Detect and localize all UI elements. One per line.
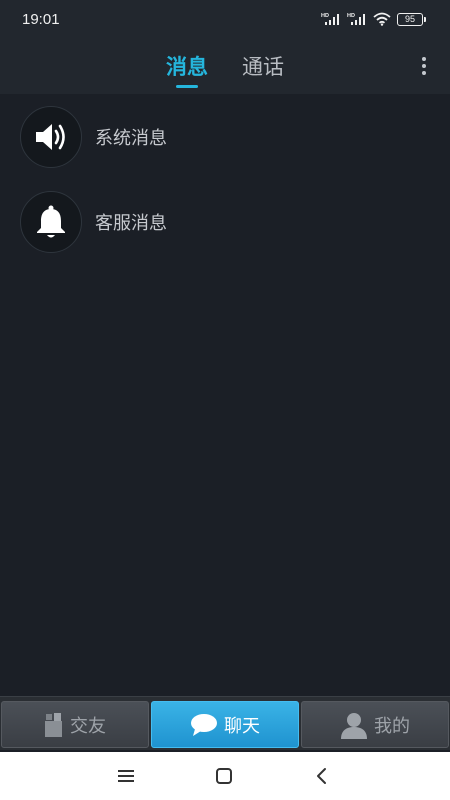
- status-icons: HD HD 95: [321, 12, 426, 26]
- status-bar: 19:01 HD HD 95: [0, 0, 450, 38]
- home-icon: [216, 768, 232, 784]
- bell-icon: [37, 205, 65, 237]
- user-icon: [341, 712, 367, 739]
- service-messages-avatar: [20, 190, 82, 253]
- nav-chat[interactable]: 聊天: [151, 701, 299, 748]
- battery-level: 95: [397, 12, 423, 26]
- service-messages-label: 客服消息: [95, 212, 167, 234]
- status-time: 19:01: [22, 10, 60, 28]
- nav-chat-label: 聊天: [224, 715, 260, 737]
- system-nav-bar: [0, 752, 450, 800]
- back-button[interactable]: [302, 752, 342, 800]
- system-messages-label: 系统消息: [95, 127, 167, 149]
- menu-button[interactable]: [106, 752, 146, 800]
- system-messages-avatar: [20, 105, 82, 168]
- top-tabs: 消息 通话: [0, 38, 450, 94]
- bottom-nav: 交友 聊天 我的: [0, 696, 450, 750]
- hd-signal-icon: HD: [347, 13, 365, 25]
- friends-icon: [45, 712, 62, 737]
- svg-text:HD: HD: [321, 13, 329, 19]
- svg-text:HD: HD: [347, 13, 355, 19]
- speaker-icon: [36, 123, 65, 150]
- list-item-service-messages[interactable]: 客服消息: [0, 179, 450, 264]
- more-vertical-icon[interactable]: [420, 52, 428, 80]
- wifi-icon: [373, 12, 391, 26]
- battery-icon: 95: [397, 12, 426, 26]
- tab-calls[interactable]: 通话: [225, 38, 301, 94]
- conversation-list: 系统消息 客服消息: [0, 94, 450, 264]
- back-icon: [317, 768, 326, 784]
- tab-calls-label: 通话: [242, 55, 284, 79]
- home-button[interactable]: [204, 752, 244, 800]
- tab-active-indicator: [176, 85, 198, 88]
- nav-friends-label: 交友: [70, 715, 106, 737]
- nav-profile-label: 我的: [374, 715, 410, 737]
- tab-messages-label: 消息: [166, 55, 208, 79]
- nav-friends[interactable]: 交友: [1, 701, 149, 748]
- hd-signal-icon: HD: [321, 13, 339, 25]
- nav-profile[interactable]: 我的: [301, 701, 449, 748]
- menu-icon: [118, 770, 134, 782]
- list-item-system-messages[interactable]: 系统消息: [0, 94, 450, 179]
- chat-bubble-icon: [191, 713, 217, 736]
- tab-messages[interactable]: 消息: [149, 38, 225, 94]
